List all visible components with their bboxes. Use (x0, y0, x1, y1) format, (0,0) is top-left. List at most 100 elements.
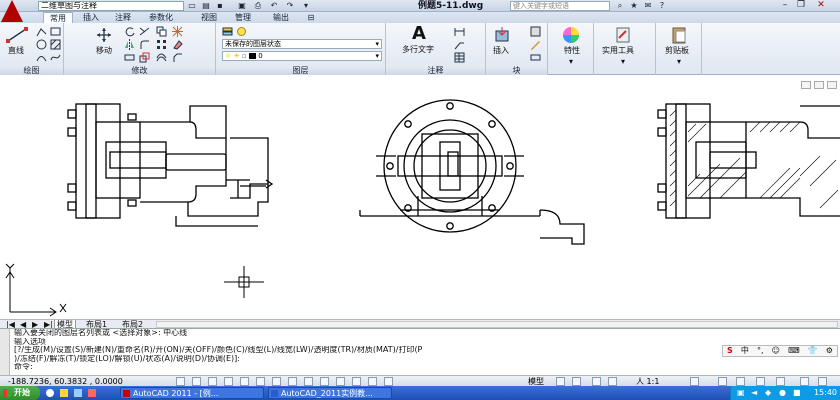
erase-icon[interactable] (172, 39, 183, 50)
tab-view[interactable]: 视图 (196, 12, 222, 23)
hardware-acceleration-icon[interactable] (756, 377, 765, 386)
tab-home[interactable]: 常用 (43, 12, 73, 23)
dynamic-input-icon[interactable] (320, 377, 329, 386)
explode-icon[interactable] (172, 26, 183, 37)
drawing-canvas[interactable] (0, 76, 840, 320)
pan-icon[interactable] (592, 377, 601, 386)
command-window-grip[interactable] (0, 329, 10, 375)
attribute-icon[interactable] (530, 52, 541, 63)
infer-constraints-icon[interactable] (176, 377, 185, 386)
spline-icon[interactable] (50, 52, 61, 63)
help-search-input[interactable]: 键入关键字或短语 (510, 1, 610, 11)
block-panel-title[interactable]: 块 (486, 66, 547, 75)
polyline-icon[interactable] (36, 26, 47, 37)
workspace-select[interactable]: 二维草图与注释 (38, 1, 184, 11)
grid-display-icon[interactable] (208, 377, 217, 386)
clock[interactable]: 15:40 (814, 386, 837, 400)
edit-block-icon[interactable] (530, 39, 541, 50)
rotate-icon[interactable] (124, 26, 135, 37)
saveas-icon[interactable]: ▣ (236, 1, 248, 11)
media-icon[interactable] (88, 389, 96, 397)
quick-properties-icon[interactable] (368, 377, 377, 386)
trim-icon[interactable] (139, 26, 150, 37)
chevron-down-icon[interactable]: ▾ (569, 57, 573, 66)
tab-manage[interactable]: 管理 (230, 12, 256, 23)
undo-icon[interactable]: ↶ (268, 1, 280, 11)
draw-panel-title[interactable]: 绘图 (0, 66, 63, 75)
close-icon[interactable]: ✕ (814, 0, 828, 11)
annotation-panel-title[interactable]: 注释 (386, 66, 485, 75)
clipboard-icon[interactable] (670, 26, 688, 44)
layers-panel-title[interactable]: 图层 (216, 66, 385, 75)
zoom-icon[interactable] (608, 377, 617, 386)
modify-panel-title[interactable]: 修改 (64, 66, 215, 75)
properties-icon[interactable] (562, 26, 580, 44)
array-icon[interactable] (156, 39, 167, 50)
tab-insert[interactable]: 插入 (78, 12, 104, 23)
transparency-icon[interactable] (352, 377, 361, 386)
volume-icon[interactable]: ◄ (751, 386, 757, 400)
chevron-down-icon[interactable]: ▾ (621, 57, 625, 66)
insert-block-icon[interactable] (494, 27, 510, 43)
clean-screen-icon[interactable] (818, 377, 827, 386)
taskbar-item-autocad[interactable]: AutoCAD 2011 - [例... (120, 387, 264, 399)
ime-icon[interactable]: ■ (793, 386, 801, 400)
layer-properties-icon[interactable] (222, 26, 233, 37)
chamfer-icon[interactable] (172, 52, 183, 63)
move-icon[interactable] (94, 27, 114, 43)
plot-icon[interactable]: ⎙ (252, 1, 264, 11)
tab-annotate[interactable]: 注释 (110, 12, 136, 23)
command-prompt[interactable]: 命令: (14, 363, 840, 372)
new-file-icon[interactable]: ▭ (186, 1, 198, 11)
offset-icon[interactable] (156, 52, 167, 63)
communication-icon[interactable]: ✉ (642, 1, 654, 11)
start-button[interactable]: 开始 (0, 386, 40, 400)
restore-icon[interactable]: ❐ (794, 0, 808, 11)
browser-icon[interactable] (46, 389, 54, 397)
open-folder-icon[interactable]: ▤ (200, 1, 212, 11)
drawing-quickview-icon[interactable] (572, 377, 581, 386)
utilities-icon[interactable] (614, 26, 632, 44)
line-icon[interactable] (6, 27, 28, 43)
save-icon[interactable]: ▪ (214, 1, 226, 11)
input-method-bar[interactable]: S 中 °, ☺ ⌨ 👕 ⚙ (722, 345, 838, 357)
security-icon[interactable]: ◆ (765, 386, 771, 400)
layout-quickview-icon[interactable] (556, 377, 565, 386)
folder-icon[interactable] (60, 389, 68, 397)
ortho-mode-icon[interactable] (224, 377, 233, 386)
rectangle-icon[interactable] (50, 26, 61, 37)
arc-icon[interactable] (36, 52, 47, 63)
create-block-icon[interactable] (530, 26, 541, 37)
table-icon[interactable] (454, 52, 465, 63)
desktop-icon[interactable] (74, 389, 82, 397)
layer-select[interactable]: ☼ ☀ ▫ 0 ▾ (222, 51, 382, 61)
3d-object-snap-icon[interactable] (272, 377, 281, 386)
hatch-icon[interactable] (50, 39, 61, 50)
polar-tracking-icon[interactable] (240, 377, 249, 386)
dropdown-icon[interactable]: ▾ (300, 1, 312, 11)
tab-parametric[interactable]: 参数化 (143, 12, 179, 23)
fillet-icon[interactable] (139, 39, 150, 50)
ribbon-toggle-icon[interactable]: ⊟ (304, 12, 318, 23)
tab-output[interactable]: 输出 (268, 12, 294, 23)
annotation-visibility-icon[interactable] (690, 377, 699, 386)
status-menu-icon[interactable] (800, 377, 809, 386)
network-icon[interactable]: ▣ (737, 386, 745, 400)
mirror-icon[interactable] (124, 39, 135, 50)
lineweight-icon[interactable] (336, 377, 345, 386)
selection-cycling-icon[interactable] (384, 377, 393, 386)
linear-dimension-icon[interactable] (454, 26, 465, 37)
layer-state-select[interactable]: 未保存的图层状态 ▾ (222, 39, 382, 49)
copy-icon[interactable] (156, 26, 167, 37)
scale-icon[interactable] (139, 52, 150, 63)
search-icon[interactable]: ⌕ (614, 1, 626, 11)
toolbar-lock-icon[interactable] (736, 377, 745, 386)
stretch-icon[interactable] (124, 52, 135, 63)
snap-mode-icon[interactable] (192, 377, 201, 386)
leader-icon[interactable] (454, 39, 465, 50)
taskbar-item-document[interactable]: AutoCAD_2011实例教... (268, 387, 392, 399)
mtext-icon[interactable]: A (412, 25, 426, 43)
circle-icon[interactable] (36, 39, 47, 50)
workspace-switching-icon[interactable] (718, 377, 727, 386)
minimize-icon[interactable]: – (778, 0, 792, 11)
